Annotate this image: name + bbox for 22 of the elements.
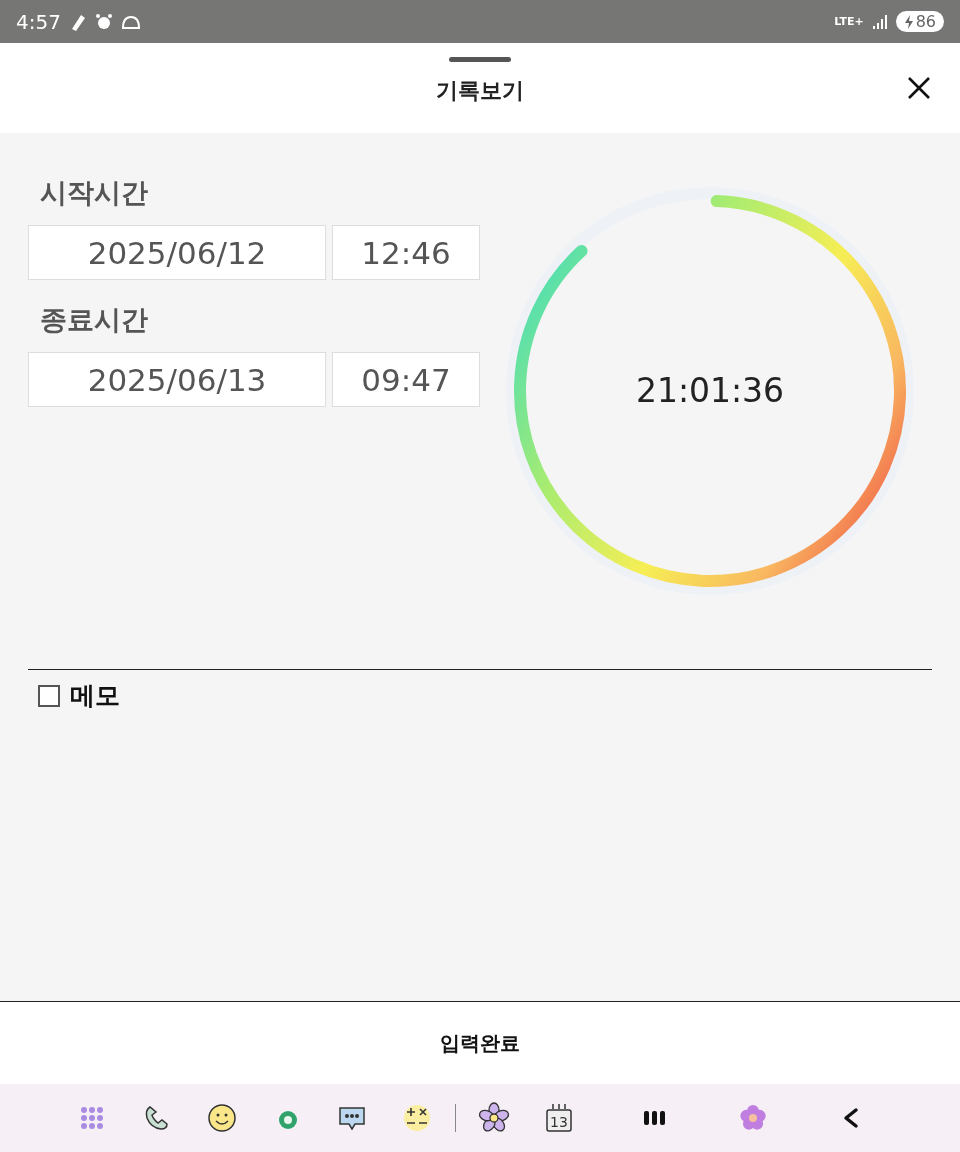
alarm-icon — [94, 12, 113, 31]
calculator-icon[interactable] — [401, 1102, 433, 1134]
time-field[interactable]: 09:47 — [332, 352, 480, 407]
elapsed-time: 21:01:36 — [634, 371, 786, 410]
date-field[interactable]: 2025/06/12 — [28, 225, 326, 280]
battery-indicator: 86 — [895, 11, 944, 32]
flower-icon[interactable] — [478, 1102, 510, 1134]
close-button[interactable] — [906, 75, 932, 101]
status-time: 4:57 — [16, 9, 61, 34]
network-type: LTE+ — [834, 15, 864, 28]
app-icon — [120, 13, 141, 30]
memo-label: 메모 — [70, 680, 120, 712]
sheet-title: 기록보기 — [436, 77, 524, 105]
date-field[interactable]: 2025/06/13 — [28, 352, 326, 407]
field-label: 종료시간 — [40, 303, 149, 337]
smiley-icon[interactable] — [206, 1102, 238, 1134]
memo-checkbox[interactable] — [38, 684, 60, 707]
time-field[interactable]: 12:46 — [332, 225, 480, 280]
drag-handle[interactable] — [449, 57, 511, 62]
submit-button[interactable]: 입력완료 — [410, 1019, 550, 1067]
field-label: 시작시간 — [40, 176, 149, 210]
signal-icon — [871, 13, 888, 30]
